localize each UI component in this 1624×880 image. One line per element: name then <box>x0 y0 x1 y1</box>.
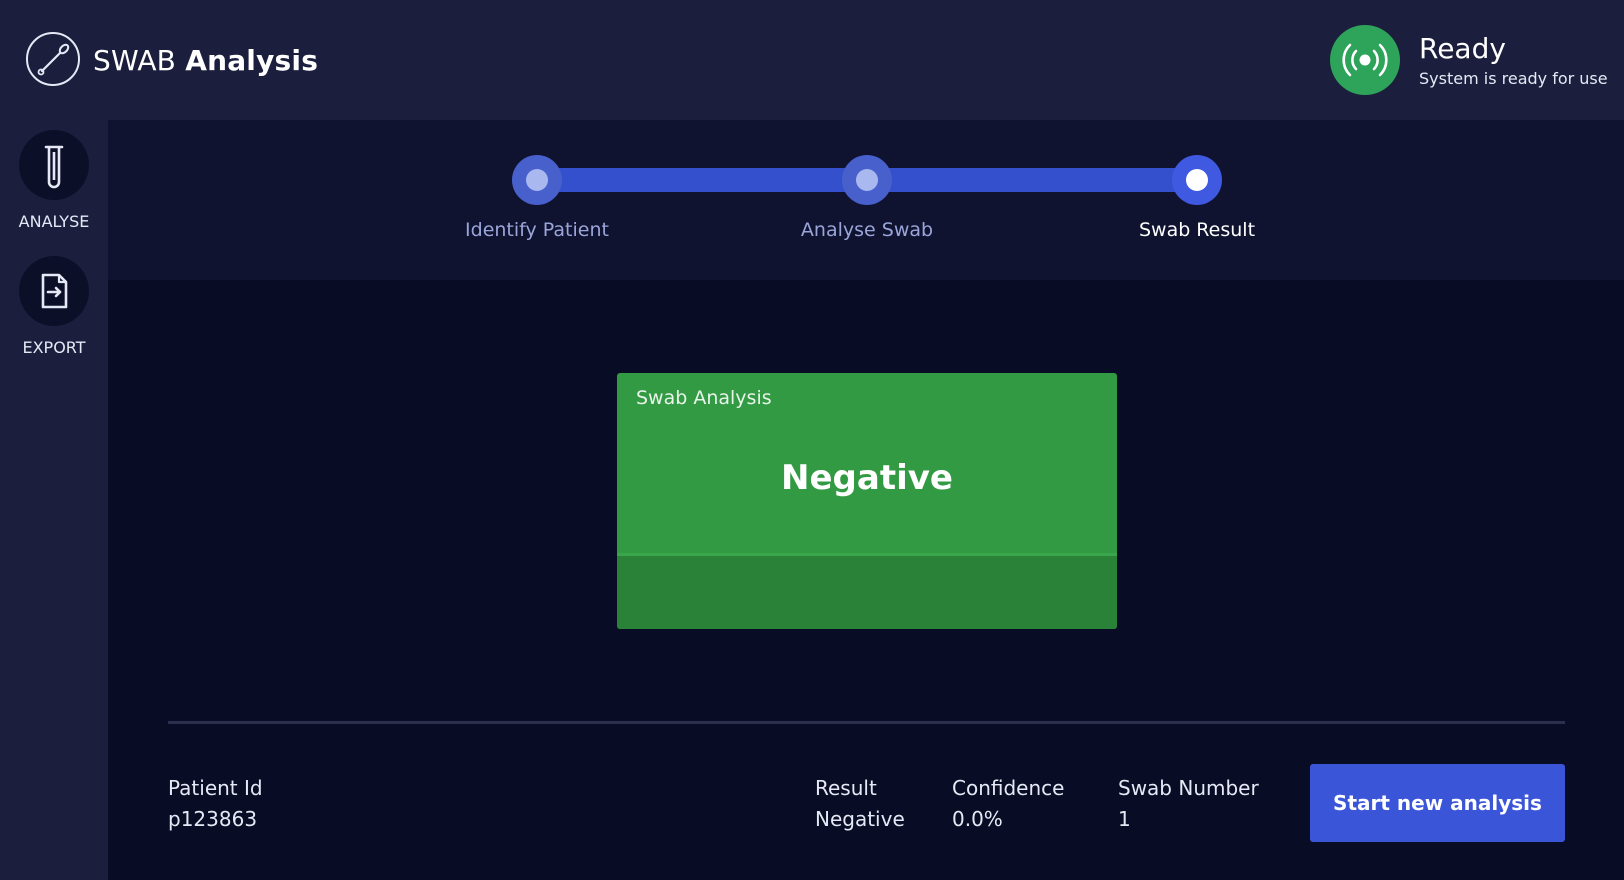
swab-icon <box>26 32 80 86</box>
status-subtitle: System is ready for use <box>1419 69 1608 88</box>
result-label: Result <box>815 776 877 800</box>
step-label-result: Swab Result <box>1138 219 1256 241</box>
step-indicator-result <box>1172 155 1222 205</box>
result-card-footer <box>617 553 1117 629</box>
sidebar-item-analyse[interactable]: ANALYSE <box>0 130 108 231</box>
sidebar: ANALYSE EXPORT <box>0 120 108 880</box>
step-indicator-analyse <box>842 155 892 205</box>
patient-id-label: Patient Id <box>168 776 263 800</box>
brand-bold: Analysis <box>185 44 319 77</box>
divider <box>168 721 1565 724</box>
result-card: Swab Analysis Negative <box>617 373 1117 629</box>
result-card-title: Swab Analysis <box>636 387 772 409</box>
test-tube-icon <box>19 130 89 200</box>
app-title: SWAB Analysis <box>93 44 318 77</box>
export-file-icon <box>19 256 89 326</box>
confidence-value: 0.0% <box>952 807 1003 831</box>
app-header: SWAB Analysis Ready System is ready for … <box>0 0 1624 120</box>
confidence-label: Confidence <box>952 776 1065 800</box>
step-indicator-identify <box>512 155 562 205</box>
broadcast-icon <box>1330 25 1400 95</box>
sidebar-item-label: ANALYSE <box>18 212 90 231</box>
result-card-value: Negative <box>781 458 953 498</box>
status-title: Ready <box>1419 32 1506 65</box>
step-connector <box>867 168 1197 192</box>
step-label-identify: Identify Patient <box>465 219 609 241</box>
step-label-analyse: Analyse Swab <box>800 219 934 241</box>
step-connector <box>537 168 867 192</box>
swab-number-label: Swab Number <box>1118 776 1259 800</box>
patient-id-value: p123863 <box>168 807 258 831</box>
sidebar-item-label: EXPORT <box>22 338 86 357</box>
swab-number-value: 1 <box>1118 807 1131 831</box>
brand-light: SWAB <box>93 44 177 77</box>
start-new-analysis-button[interactable]: Start new analysis <box>1310 764 1565 842</box>
sidebar-item-export[interactable]: EXPORT <box>0 256 108 357</box>
result-value: Negative <box>815 807 905 831</box>
